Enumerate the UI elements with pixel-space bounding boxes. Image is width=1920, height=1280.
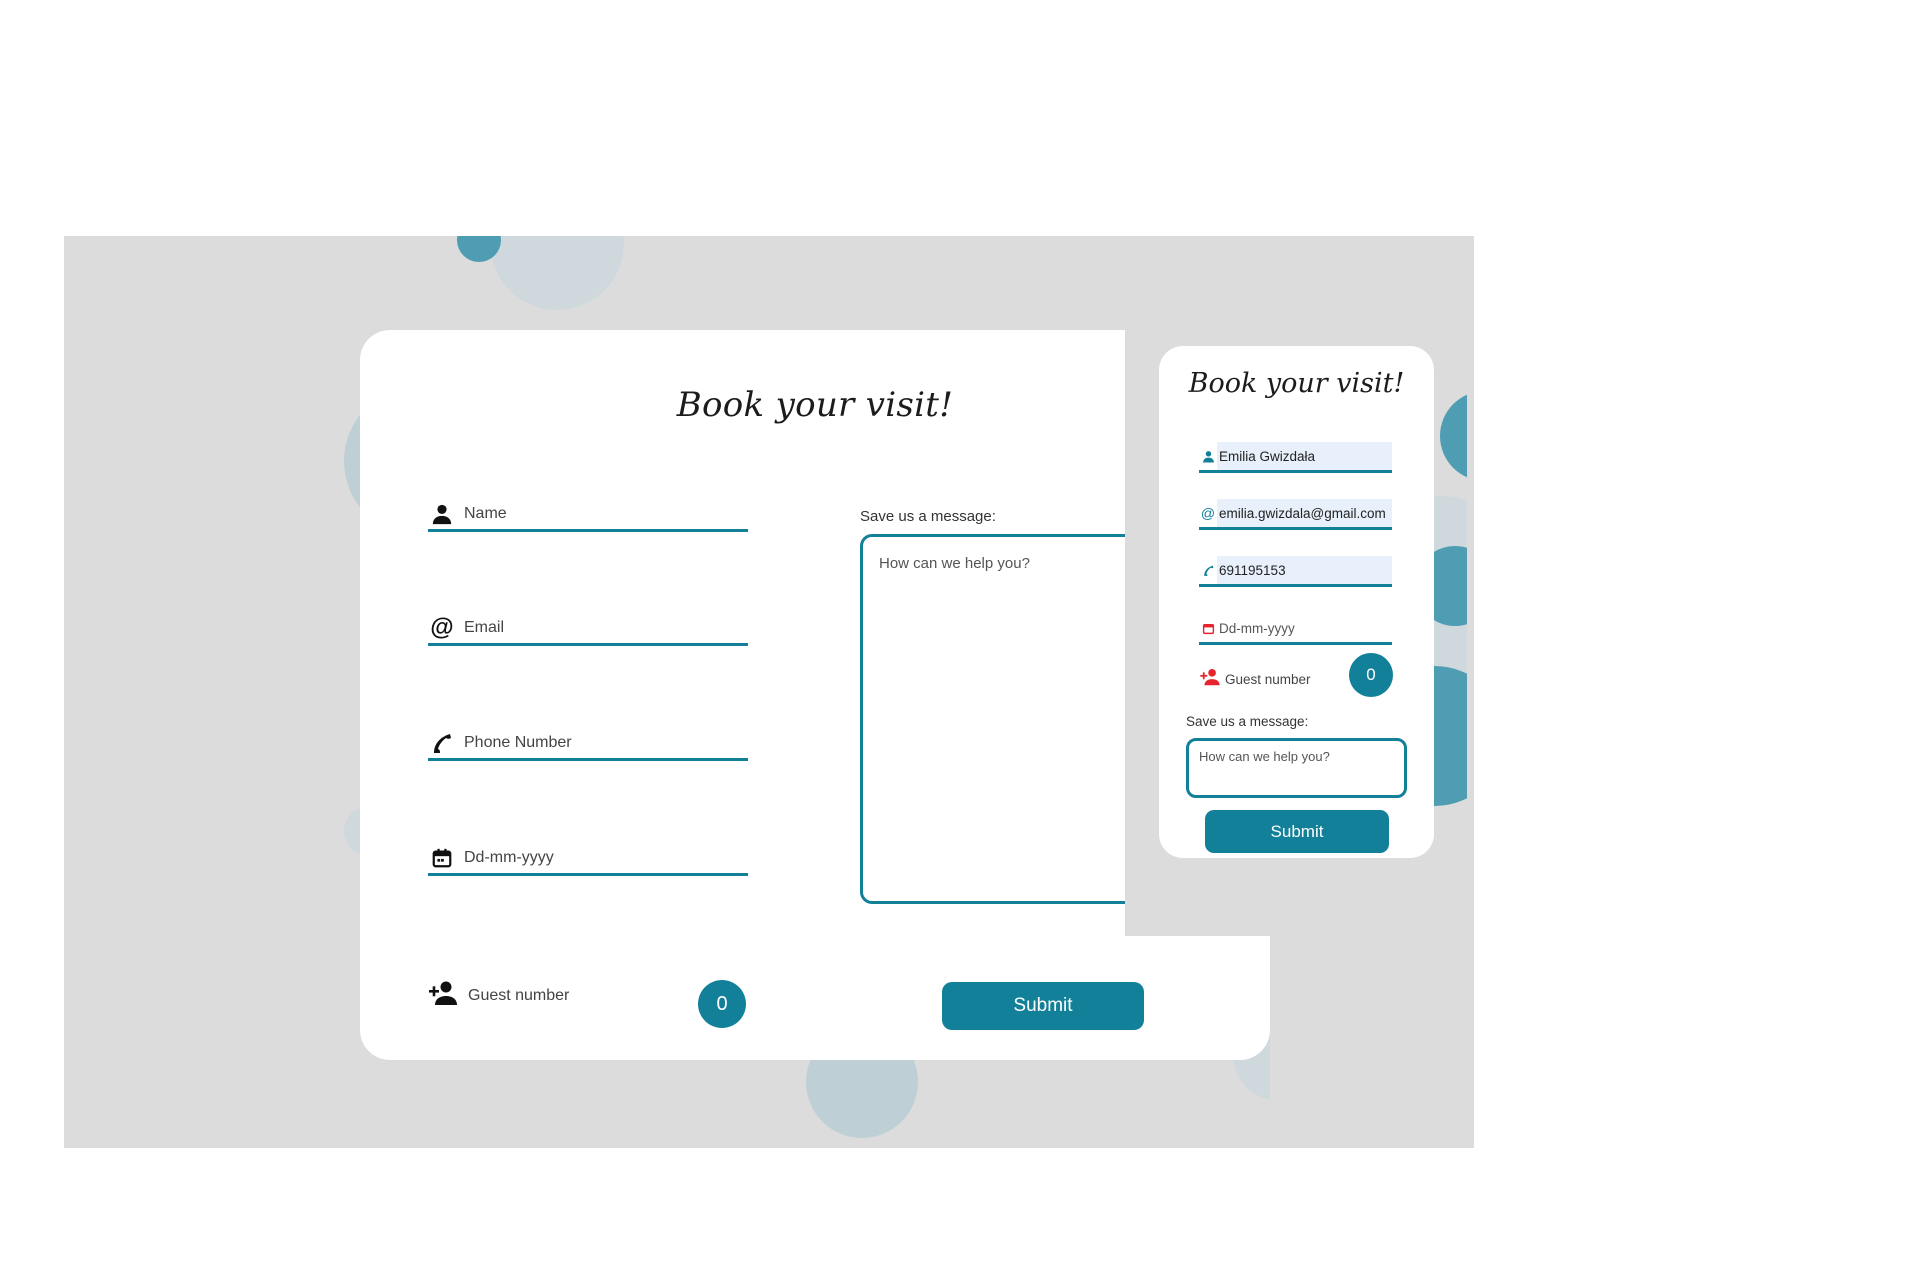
mobile-date-placeholder: Dd-mm-yyyy: [1219, 620, 1295, 636]
calendar-icon: [1199, 622, 1217, 635]
phone-placeholder: Phone Number: [464, 733, 572, 751]
mobile-email-value: emilia.gwizdala@gmail.com: [1217, 499, 1392, 527]
at-icon: @: [1200, 505, 1216, 521]
phone-icon: [428, 729, 456, 757]
submit-button[interactable]: Submit: [942, 982, 1144, 1030]
mobile-phone-value: 691195153: [1217, 556, 1392, 584]
message-label: Save us a message:: [860, 508, 996, 525]
phone-field[interactable]: Phone Number: [428, 727, 748, 761]
add-person-icon: [428, 980, 458, 1011]
decor-bubble: [1440, 391, 1467, 481]
desktop-background-strip: [1270, 958, 1474, 1148]
email-field[interactable]: @ Email: [428, 612, 748, 646]
mobile-booking-form: Book your visit! Emilia Gwizdała @ emili…: [1159, 346, 1434, 858]
mobile-submit-button[interactable]: Submit: [1205, 810, 1389, 853]
person-icon: [428, 500, 456, 528]
date-placeholder: Dd-mm-yyyy: [464, 848, 554, 866]
mobile-phone-field[interactable]: 691195153: [1199, 556, 1392, 587]
mobile-email-field[interactable]: @ emilia.gwizdala@gmail.com: [1199, 499, 1392, 530]
name-field[interactable]: Name: [428, 498, 748, 532]
guest-number-field[interactable]: Guest number: [428, 980, 569, 1011]
mobile-name-value: Emilia Gwizdała: [1217, 442, 1392, 470]
guest-number-label: Guest number: [468, 986, 570, 1004]
mobile-guest-number-label: Guest number: [1225, 672, 1311, 687]
mobile-message-placeholder: How can we help you?: [1199, 749, 1330, 764]
at-icon: @: [430, 613, 454, 641]
mobile-guest-count-badge[interactable]: 0: [1349, 653, 1393, 697]
mobile-date-field[interactable]: Dd-mm-yyyy: [1199, 614, 1392, 645]
date-field[interactable]: Dd-mm-yyyy: [428, 842, 748, 876]
mobile-message-textarea[interactable]: How can we help you?: [1186, 738, 1407, 798]
guest-count-badge[interactable]: 0: [698, 980, 746, 1028]
calendar-icon: [428, 844, 456, 872]
message-placeholder: How can we help you?: [879, 555, 1030, 572]
mobile-page-title: Book your visit!: [1188, 368, 1405, 399]
name-placeholder: Name: [464, 504, 507, 522]
mobile-guest-number-field[interactable]: Guest number: [1199, 668, 1311, 691]
mobile-message-label: Save us a message:: [1186, 714, 1309, 729]
decor-bubble: [490, 236, 624, 310]
person-icon: [1199, 450, 1217, 463]
email-placeholder: Email: [464, 618, 505, 636]
phone-icon: [1199, 564, 1217, 577]
mobile-name-field[interactable]: Emilia Gwizdała: [1199, 442, 1392, 473]
add-person-icon: [1199, 668, 1221, 691]
